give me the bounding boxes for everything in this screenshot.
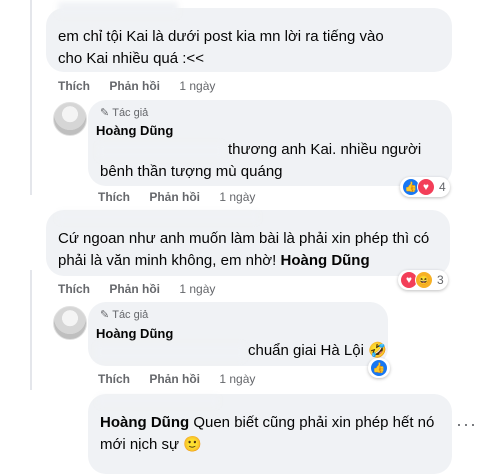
pen-icon: ✎ [100, 107, 110, 119]
blurred-name [58, 212, 258, 222]
comment-actions-2: Thích Phản hồi 1 ngày [98, 190, 271, 204]
comment-text: em chỉ tội Kai là dưới post kia mn lời r… [58, 28, 384, 67]
reaction-summary[interactable]: ♥ 😆 3 [398, 270, 448, 290]
commenter-name[interactable]: Hoàng Dũng [96, 123, 173, 138]
comment-actions-3: Thích Phản hồi 1 ngày [58, 282, 231, 296]
comment-actions-1: Thích Phản hồi 1 ngày [58, 79, 231, 93]
timestamp[interactable]: 1 ngày [219, 372, 255, 386]
comment-bubble-1: em chỉ tội Kai là dưới post kia mn lời r… [46, 2, 452, 72]
like-link[interactable]: Thích [98, 190, 130, 204]
timestamp[interactable]: 1 ngày [219, 190, 255, 204]
blurred-name [58, 2, 178, 16]
commenter-name[interactable]: Hoàng Dũng [96, 326, 173, 341]
like-link[interactable]: Thích [98, 372, 130, 386]
comment-text: chuẩn giai Hà Lội 🤣 [248, 342, 387, 359]
reaction-summary[interactable]: 👍 [368, 358, 390, 378]
rofl-emoji: 🤣 [368, 342, 387, 359]
thread-line [30, 0, 32, 195]
author-badge: ✎ Tác giả [100, 107, 149, 119]
pen-icon: ✎ [100, 309, 110, 321]
mention-link[interactable]: Hoàng Dũng [100, 414, 189, 431]
love-icon: ♥ [417, 178, 435, 196]
reply-link[interactable]: Phản hồi [149, 372, 200, 386]
comment-text: thương anh Kai. nhiều người bênh thần tư… [100, 141, 422, 180]
reply-link[interactable]: Phản hồi [149, 190, 200, 204]
blurred-text [96, 344, 244, 360]
reply-link[interactable]: Phản hồi [109, 79, 160, 93]
author-badge: ✎ Tác giả [100, 309, 149, 321]
avatar[interactable] [53, 102, 87, 136]
avatar[interactable] [53, 306, 87, 340]
timestamp[interactable]: 1 ngày [179, 79, 215, 93]
blurred-name [98, 396, 218, 406]
smile-emoji: 🙂 [183, 436, 202, 453]
comment-actions-4: Thích Phản hồi 1 ngày [98, 372, 271, 386]
comment-text: Cứ ngoan như anh muốn làm bài là phải xi… [58, 230, 430, 269]
comment-bubble-2: Cứ ngoan như anh muốn làm bài là phải xi… [46, 210, 450, 276]
haha-icon: 😆 [415, 271, 433, 289]
mention-link[interactable]: Hoàng Dũng [280, 252, 369, 269]
like-link[interactable]: Thích [58, 79, 90, 93]
more-options-icon[interactable]: ··· [456, 414, 477, 435]
comment-text: Hoàng Dũng Quen biết cũng phải xin phép … [100, 414, 435, 453]
comment-bubble-3: Hoàng Dũng Quen biết cũng phải xin phép … [88, 394, 452, 474]
like-link[interactable]: Thích [58, 282, 90, 296]
reply-bubble-2: ✎ Tác giả Hoàng Dũng chuẩn giai Hà Lội 🤣 [88, 302, 388, 366]
timestamp[interactable]: 1 ngày [179, 282, 215, 296]
thread-line [30, 270, 32, 390]
reaction-summary[interactable]: 👍 ♥ 4 [400, 177, 450, 197]
like-icon: 👍 [370, 359, 388, 377]
reply-link[interactable]: Phản hồi [109, 282, 160, 296]
reply-bubble-1: ✎ Tác giả Hoàng Dũng thương anh Kai. nhiề… [88, 100, 452, 186]
